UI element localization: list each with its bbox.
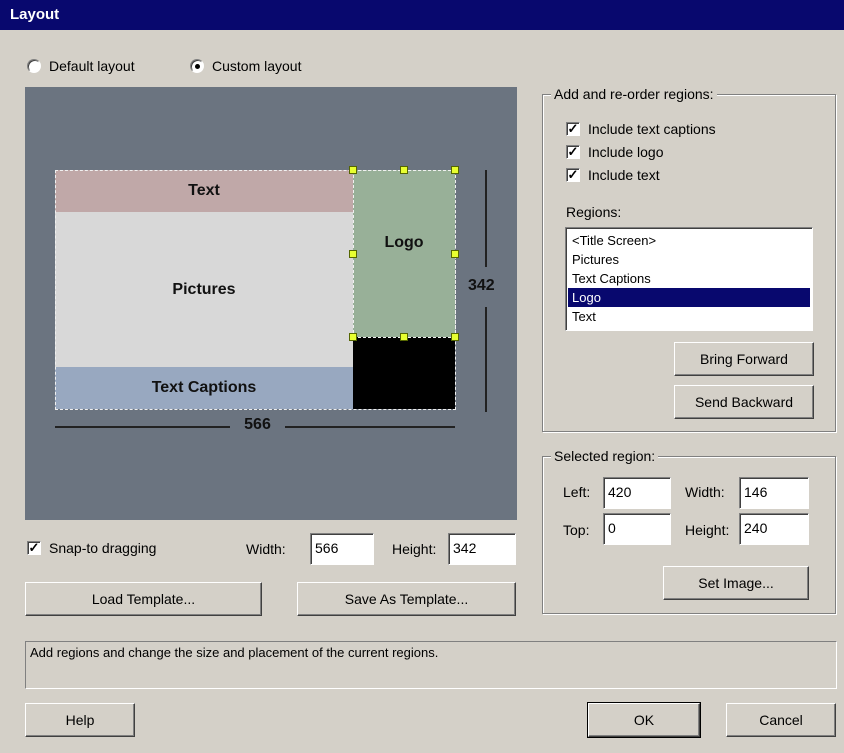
include-logo-checkbox[interactable]: ✓ Include logo [566, 143, 664, 161]
radio-selected-dot [194, 63, 200, 69]
list-item[interactable]: <Title Screen> [568, 231, 810, 250]
region-height-label: Height: [685, 522, 730, 538]
height-label: Height: [392, 541, 437, 557]
custom-layout-radio[interactable]: Custom layout [190, 57, 301, 75]
send-backward-button[interactable]: Send Backward [674, 385, 814, 419]
window-title: Layout [0, 0, 844, 30]
height-dimension-line-top [485, 170, 487, 267]
selected-region-title: Selected region: [551, 448, 659, 464]
set-image-button[interactable]: Set Image... [663, 566, 809, 600]
resize-handle-w[interactable] [349, 250, 357, 258]
resize-handle-s[interactable] [400, 333, 408, 341]
list-item-selected[interactable]: Logo [568, 288, 810, 307]
include-text-box[interactable]: ✓ [566, 168, 580, 182]
resize-handle-ne[interactable] [451, 166, 459, 174]
regions-list-label: Regions: [566, 204, 622, 220]
resize-handle-e[interactable] [451, 250, 459, 258]
width-dimension-line-right [285, 426, 455, 428]
resize-handle-sw[interactable] [349, 333, 357, 341]
width-dimension-label: 566 [244, 416, 271, 433]
regions-listbox[interactable]: <Title Screen> Pictures Text Captions Lo… [565, 227, 813, 331]
regions-group-title: Add and re-order regions: [551, 86, 717, 102]
list-item[interactable]: Text [568, 307, 810, 326]
default-layout-radio-circle[interactable] [27, 59, 41, 73]
include-captions-box[interactable]: ✓ [566, 122, 580, 136]
snap-to-dragging-checkbox[interactable]: ✓ Snap-to dragging [27, 539, 156, 557]
width-label: Width: [246, 541, 286, 557]
region-height-field[interactable]: 240 [739, 513, 809, 545]
save-as-template-button[interactable]: Save As Template... [297, 582, 516, 616]
custom-layout-radio-circle[interactable] [190, 59, 204, 73]
top-label: Top: [563, 522, 590, 538]
resize-handle-n[interactable] [400, 166, 408, 174]
cancel-button[interactable]: Cancel [726, 703, 836, 737]
ok-button[interactable]: OK [587, 702, 701, 738]
include-text-checkbox[interactable]: ✓ Include text [566, 166, 660, 184]
include-logo-label: Include logo [588, 144, 664, 160]
default-layout-label: Default layout [49, 58, 135, 74]
load-template-button[interactable]: Load Template... [25, 582, 262, 616]
help-button[interactable]: Help [25, 703, 135, 737]
custom-layout-label: Custom layout [212, 58, 302, 74]
list-item[interactable]: Text Captions [568, 269, 810, 288]
width-field[interactable]: 566 [310, 533, 374, 565]
resize-handle-se[interactable] [451, 333, 459, 341]
include-text-label: Include text [588, 167, 660, 183]
include-captions-label: Include text captions [588, 121, 716, 137]
default-layout-radio[interactable]: Default layout [27, 57, 135, 75]
resize-handle-nw[interactable] [349, 166, 357, 174]
height-dimension-label: 342 [468, 277, 495, 294]
width-dimension-line-left [55, 426, 230, 428]
left-field[interactable]: 420 [603, 477, 671, 509]
region-width-field[interactable]: 146 [739, 477, 809, 509]
region-width-label: Width: [685, 484, 725, 500]
top-field[interactable]: 0 [603, 513, 671, 545]
snap-label: Snap-to dragging [49, 540, 157, 556]
layout-preview[interactable]: Text Pictures Text Captions Logo 566 342 [25, 87, 517, 520]
height-dimension-line-bottom [485, 307, 487, 412]
bring-forward-button[interactable]: Bring Forward [674, 342, 814, 376]
include-logo-box[interactable]: ✓ [566, 145, 580, 159]
height-field[interactable]: 342 [448, 533, 516, 565]
left-label: Left: [563, 484, 591, 500]
status-description: Add regions and change the size and plac… [25, 641, 837, 689]
list-item[interactable]: Pictures [568, 250, 810, 269]
snap-checkbox-box[interactable]: ✓ [27, 541, 41, 555]
include-captions-checkbox[interactable]: ✓ Include text captions [566, 120, 716, 138]
logo-selection-outline [353, 170, 456, 338]
